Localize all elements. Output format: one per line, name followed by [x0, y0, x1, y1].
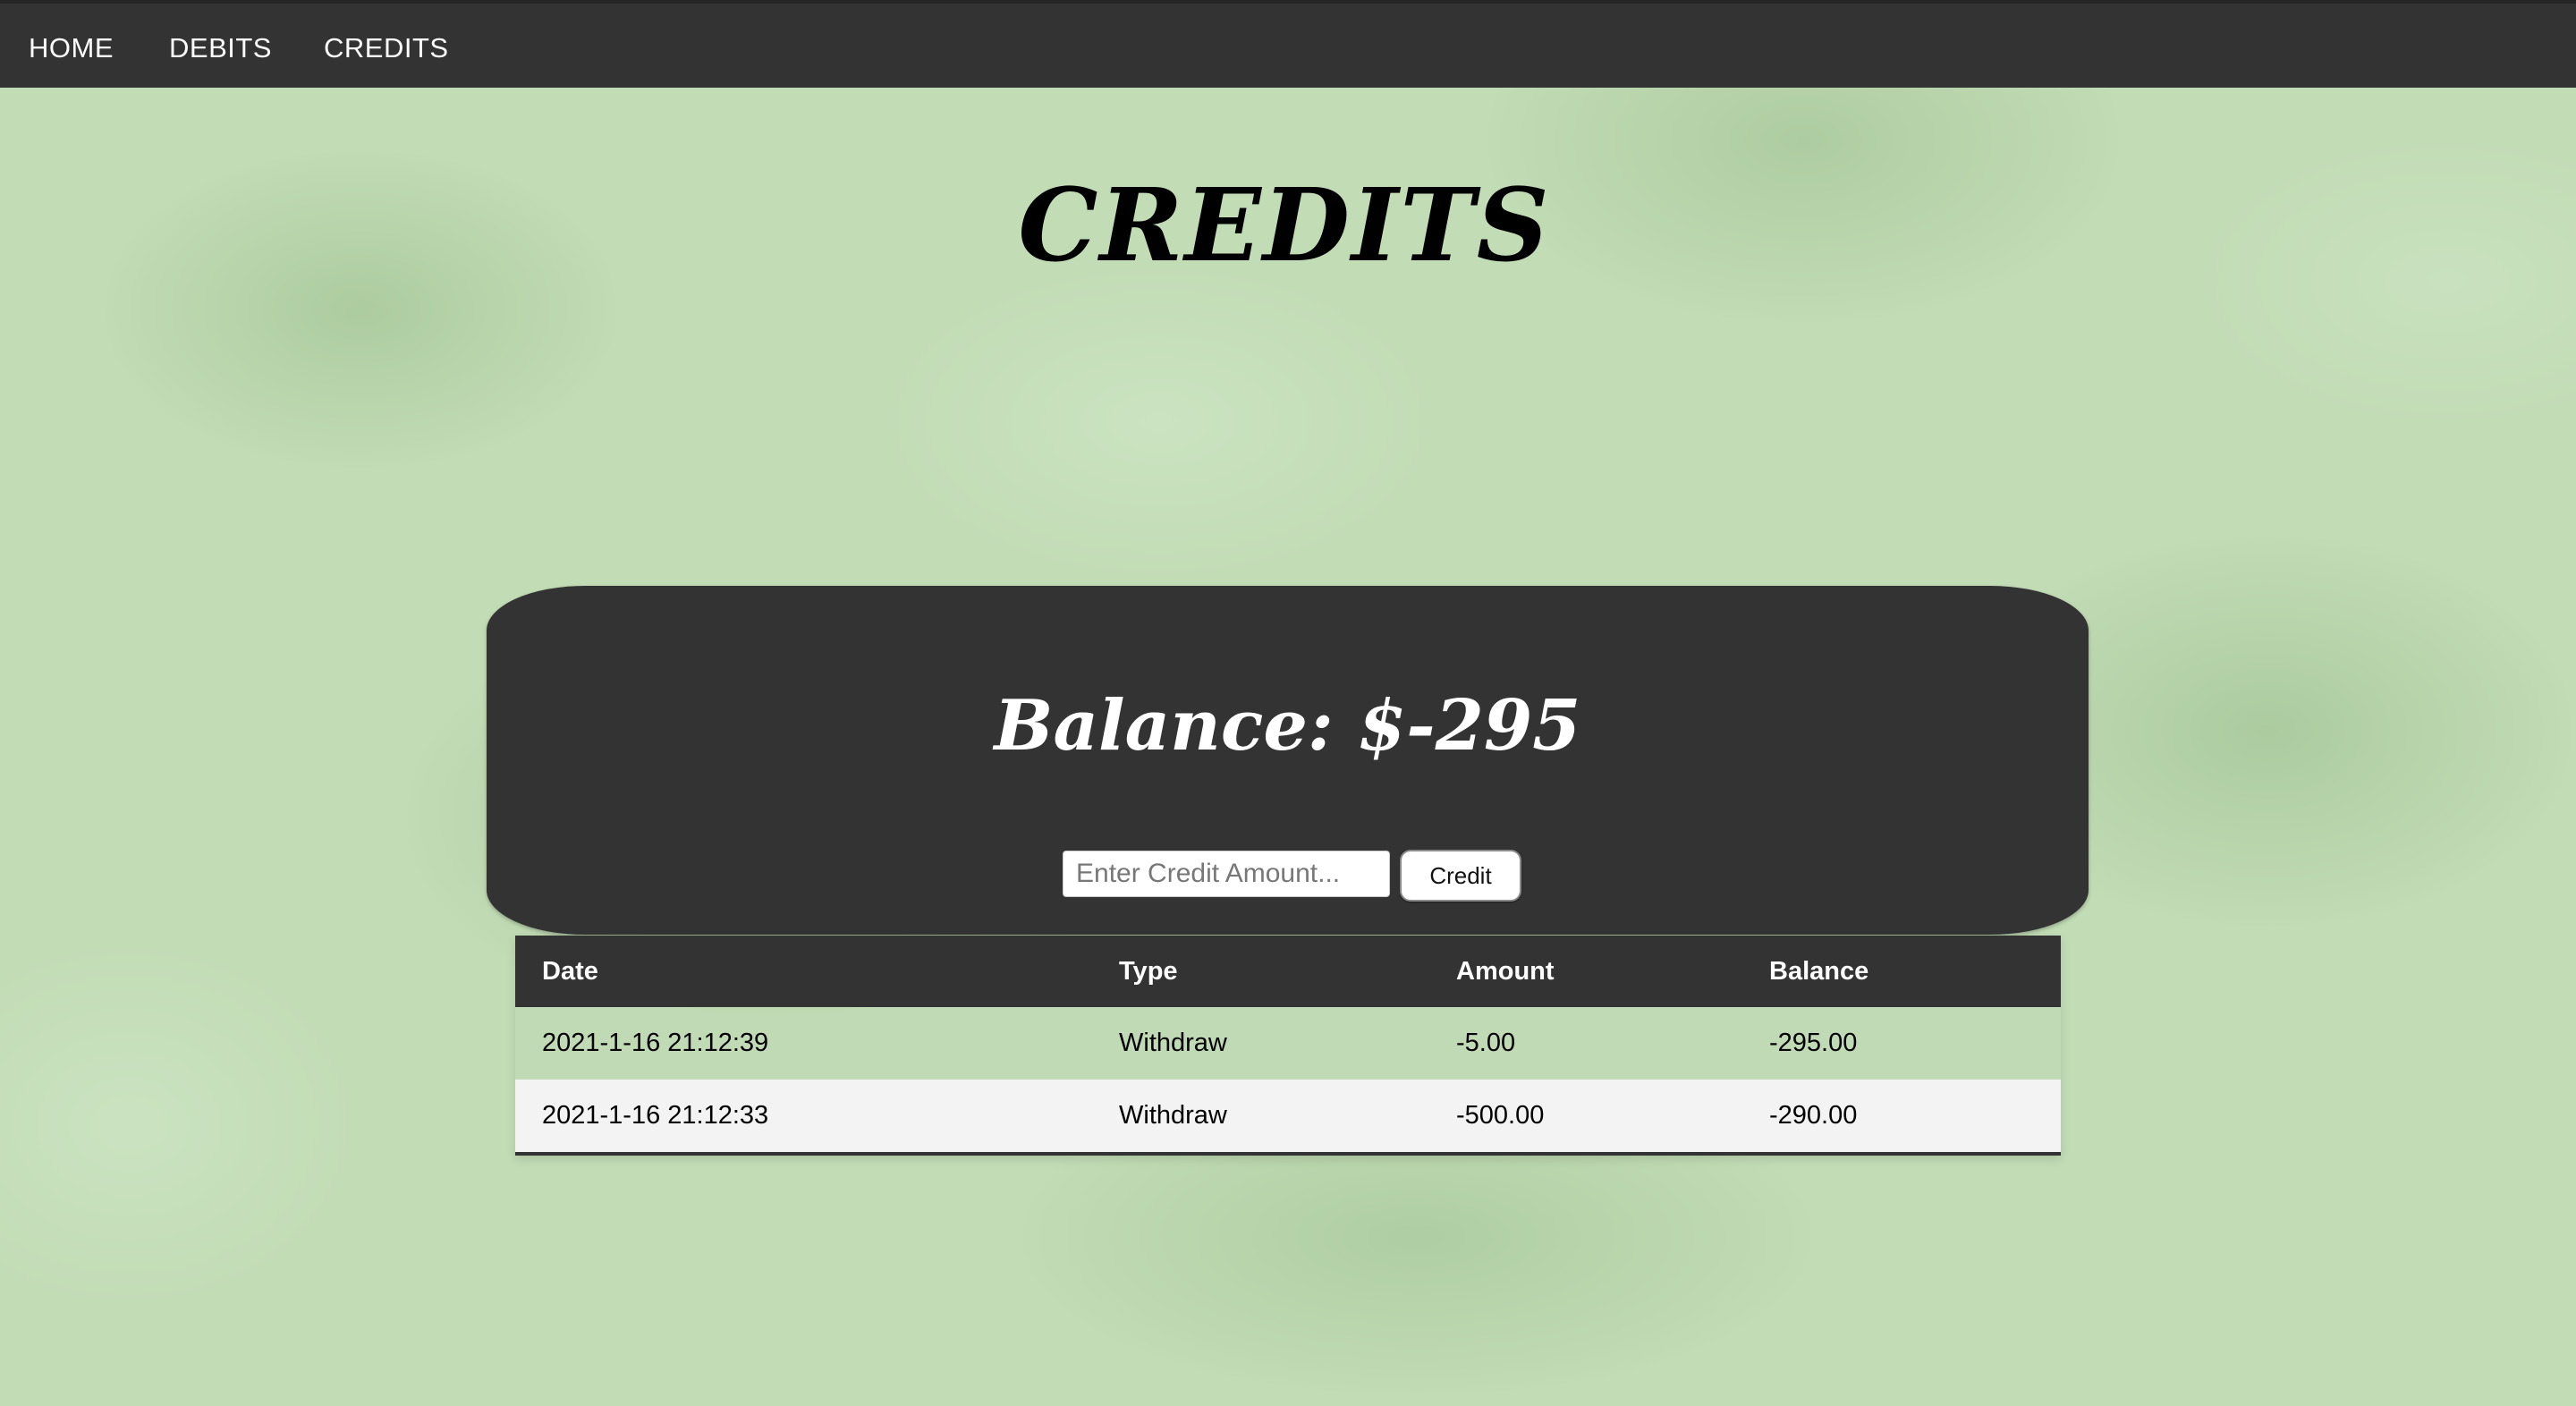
- column-header-amount: Amount: [1429, 936, 1742, 1007]
- nav-link-home[interactable]: HOME: [29, 32, 114, 64]
- column-header-balance: Balance: [1742, 936, 2061, 1007]
- table-header-row: Date Type Amount Balance: [515, 936, 2061, 1007]
- transactions-table: Date Type Amount Balance 2021-1-16 21:12…: [515, 936, 2061, 1156]
- cell-amount: -5.00: [1429, 1007, 1742, 1080]
- column-header-type: Type: [1092, 936, 1429, 1007]
- nav-link-debits[interactable]: DEBITS: [169, 32, 272, 64]
- credit-button[interactable]: Credit: [1400, 850, 1521, 902]
- cell-balance: -295.00: [1742, 1007, 2061, 1080]
- cell-date: 2021-1-16 21:12:33: [515, 1080, 1092, 1154]
- balance-card: Balance: $-295 Credit: [487, 586, 2089, 935]
- top-nav-bar: HOME DEBITS CREDITS: [0, 0, 2576, 88]
- credit-amount-input[interactable]: [1063, 851, 1390, 897]
- cell-balance: -290.00: [1742, 1080, 2061, 1154]
- cell-amount: -500.00: [1429, 1080, 1742, 1154]
- table-row: 2021-1-16 21:12:33 Withdraw -500.00 -290…: [515, 1080, 2061, 1154]
- page-title: CREDITS: [1018, 167, 1551, 284]
- cell-type: Withdraw: [1092, 1080, 1429, 1154]
- nav-link-credits[interactable]: CREDITS: [324, 32, 449, 64]
- table-row: 2021-1-16 21:12:39 Withdraw -5.00 -295.0…: [515, 1007, 2061, 1080]
- column-header-date: Date: [515, 936, 1092, 1007]
- cell-type: Withdraw: [1092, 1007, 1429, 1080]
- balance-display: Balance: $-295: [994, 685, 1581, 767]
- cell-date: 2021-1-16 21:12:39: [515, 1007, 1092, 1080]
